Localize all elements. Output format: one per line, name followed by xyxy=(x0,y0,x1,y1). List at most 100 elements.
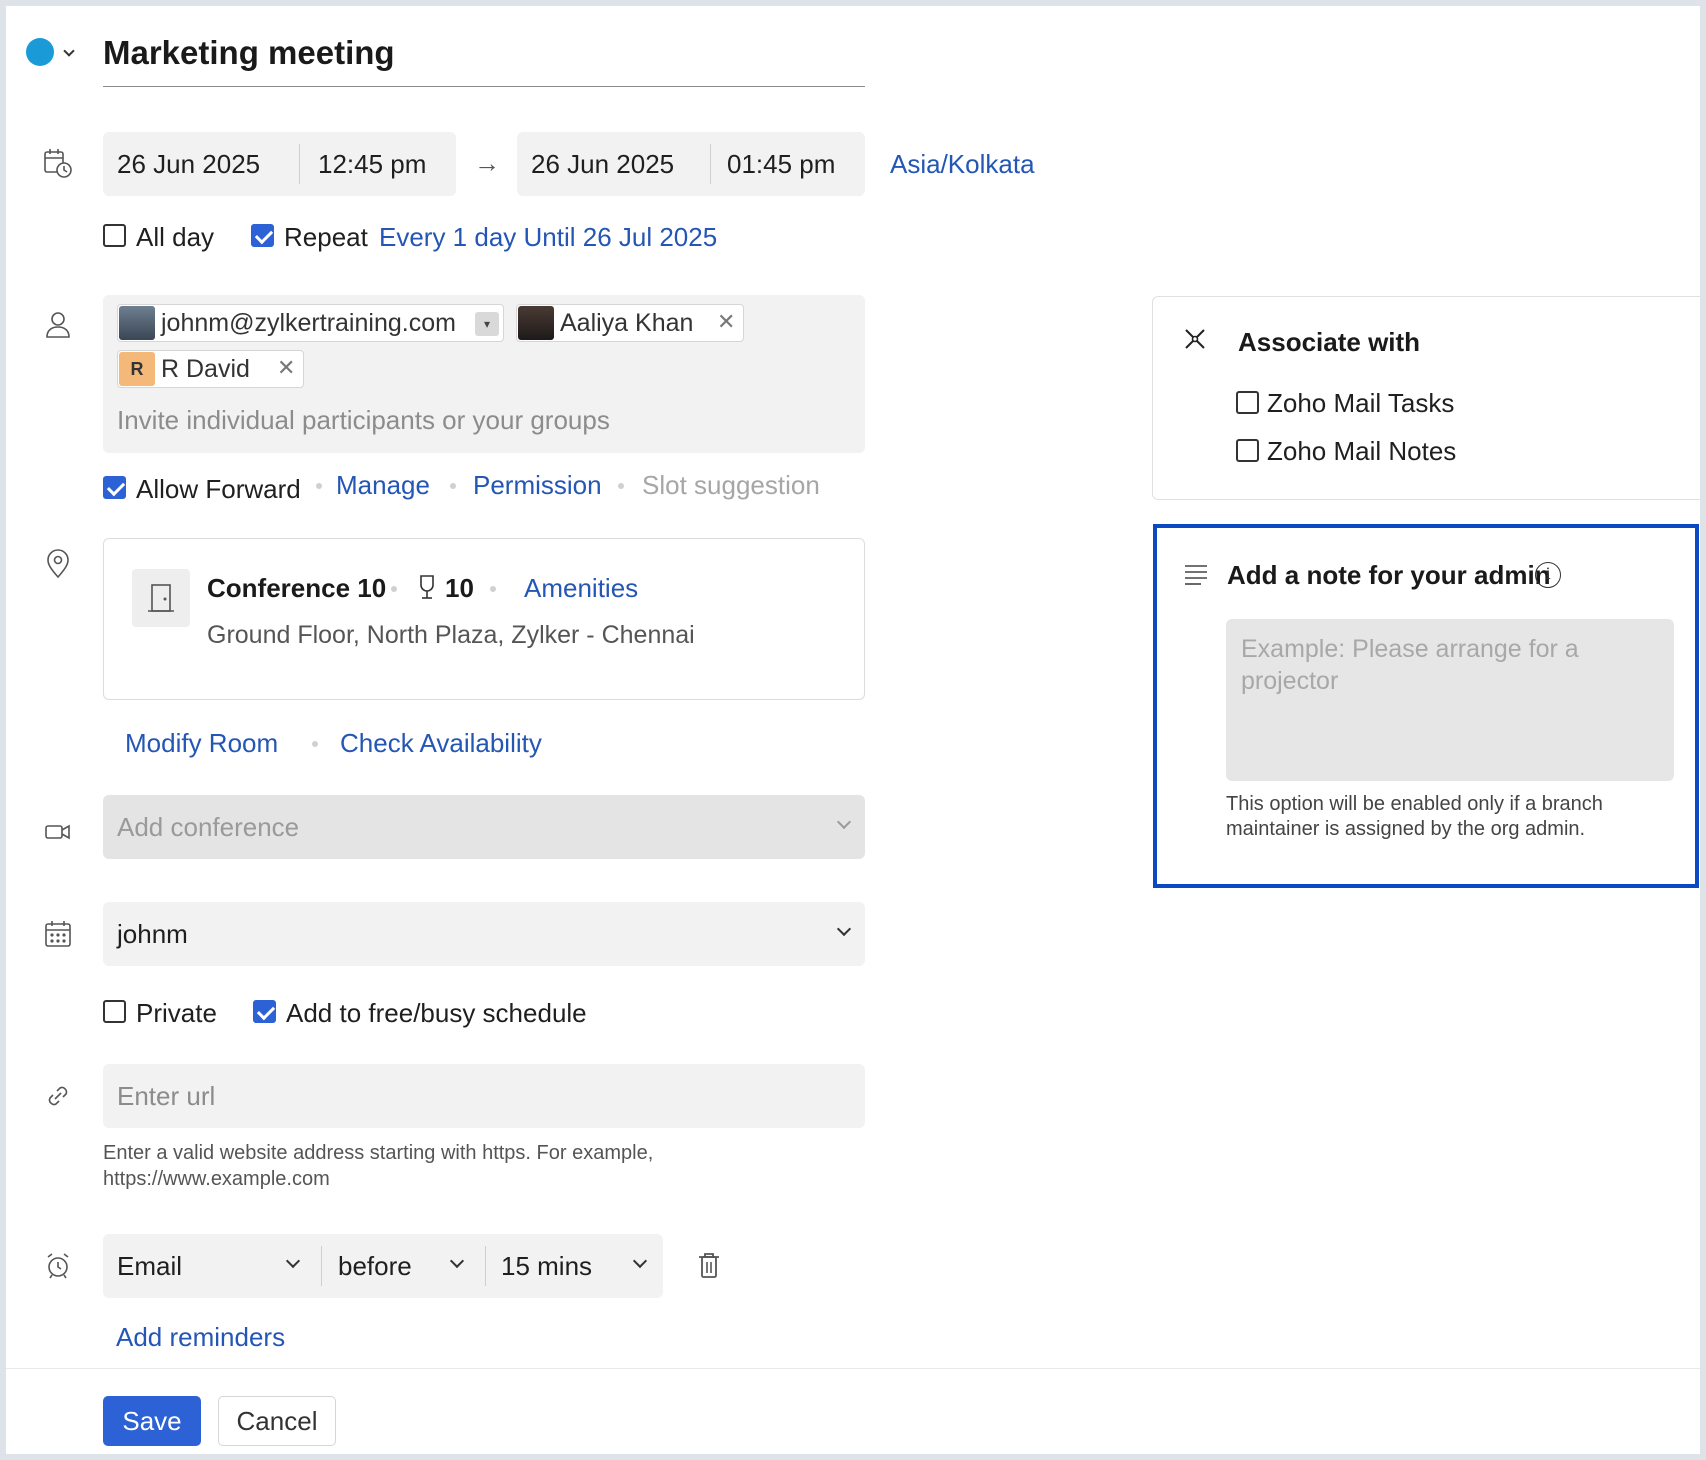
end-datetime: 26 Jun 2025 01:45 pm xyxy=(517,132,865,196)
separator-dot xyxy=(312,741,318,747)
chevron-down-icon xyxy=(836,921,852,937)
associate-panel: Associate with Zoho Mail Tasks Zoho Mail… xyxy=(1152,296,1700,500)
event-editor: Marketing meeting 26 Jun 2025 12:45 pm →… xyxy=(6,6,1700,1454)
person-icon xyxy=(40,307,76,343)
event-title-input[interactable]: Marketing meeting xyxy=(103,34,395,72)
chevron-down-icon xyxy=(285,1253,301,1269)
text-lines-icon xyxy=(1183,562,1209,588)
amenities-link[interactable]: Amenities xyxy=(524,573,638,604)
permission-link[interactable]: Permission xyxy=(473,470,602,501)
participant-name: Aaliya Khan xyxy=(560,309,694,337)
timezone-link[interactable]: Asia/Kolkata xyxy=(890,149,1035,180)
conference-placeholder: Add conference xyxy=(117,812,300,842)
url-placeholder: Enter url xyxy=(117,1081,216,1111)
slot-suggestion-link: Slot suggestion xyxy=(642,470,820,500)
zoho-mail-notes-checkbox[interactable] xyxy=(1236,439,1259,462)
room-name: Conference 10 xyxy=(207,573,387,603)
admin-note-title: Add a note for your admin xyxy=(1227,560,1551,590)
participants-field[interactable]: johnm@zylkertraining.com ▾ Aaliya Khan ✕… xyxy=(103,295,865,453)
link-icon xyxy=(40,1078,76,1114)
avatar: R xyxy=(119,352,155,386)
room-address: Ground Floor, North Plaza, Zylker - Chen… xyxy=(207,621,695,649)
participants-placeholder[interactable]: Invite individual participants or your g… xyxy=(117,405,610,436)
participant-name: johnm@zylkertraining.com xyxy=(161,309,456,337)
alarm-clock-icon xyxy=(40,1248,76,1284)
separator-dot xyxy=(618,483,624,489)
chevron-down-icon xyxy=(449,1253,465,1269)
url-hint-line1: Enter a valid website address starting w… xyxy=(103,1142,654,1164)
calendar-clock-icon xyxy=(40,146,76,182)
location-pin-icon xyxy=(40,546,76,582)
avatar xyxy=(518,306,554,340)
trash-icon[interactable] xyxy=(694,1249,724,1283)
calendar-select[interactable]: johnm xyxy=(103,902,865,966)
separator-dot xyxy=(316,483,322,489)
room-card: Conference 10 10 Amenities Ground Floor,… xyxy=(103,538,865,700)
cancel-button[interactable]: Cancel xyxy=(218,1396,336,1446)
start-datetime: 26 Jun 2025 12:45 pm xyxy=(103,132,456,196)
admin-note-help-line2: maintainer is assigned by the org admin. xyxy=(1226,818,1586,840)
repeat-label: Repeat xyxy=(284,222,368,252)
divider xyxy=(321,1246,322,1286)
modify-room-link[interactable]: Modify Room xyxy=(125,728,278,759)
chevron-down-icon[interactable] xyxy=(63,45,75,57)
allow-forward-checkbox[interactable] xyxy=(103,476,126,499)
associate-title: Associate with xyxy=(1238,327,1421,357)
zoho-mail-tasks-label: Zoho Mail Tasks xyxy=(1267,388,1455,418)
end-time-field[interactable]: 01:45 pm xyxy=(727,149,835,180)
check-availability-link[interactable]: Check Availability xyxy=(340,728,542,759)
seat-icon xyxy=(415,573,439,601)
reminder-type-select[interactable]: Email xyxy=(117,1251,182,1282)
add-reminders-link[interactable]: Add reminders xyxy=(116,1322,285,1353)
repeat-rule-link[interactable]: Every 1 day Until 26 Jul 2025 xyxy=(379,222,717,253)
separator-dot xyxy=(490,586,496,592)
end-date-field[interactable]: 26 Jun 2025 xyxy=(531,149,674,180)
all-day-label: All day xyxy=(136,222,215,252)
admin-note-textarea[interactable]: Example: Please arrange for a projector xyxy=(1226,619,1674,781)
start-date-field[interactable]: 26 Jun 2025 xyxy=(117,149,260,180)
zoho-mail-notes-label: Zoho Mail Notes xyxy=(1267,436,1457,466)
calendar-selected: johnm xyxy=(117,919,188,949)
conference-select[interactable]: Add conference xyxy=(103,795,865,859)
participant-chip[interactable]: R R David ✕ xyxy=(117,350,304,388)
repeat-checkbox[interactable] xyxy=(251,224,274,247)
connect-icon xyxy=(1181,325,1209,353)
private-checkbox[interactable] xyxy=(103,1000,126,1023)
freebusy-checkbox[interactable] xyxy=(253,1000,276,1023)
participant-chip[interactable]: Aaliya Khan ✕ xyxy=(516,304,744,342)
divider xyxy=(299,144,300,184)
chevron-down-icon xyxy=(836,814,852,830)
url-hint-line2: https://www.example.com xyxy=(103,1168,330,1190)
start-time-field[interactable]: 12:45 pm xyxy=(318,149,426,180)
participant-name: R David xyxy=(161,355,250,383)
divider xyxy=(710,144,711,184)
url-input[interactable]: Enter url xyxy=(103,1064,865,1128)
all-day-checkbox[interactable] xyxy=(103,224,126,247)
room-capacity: 10 xyxy=(445,573,474,603)
arrow-right-icon: → xyxy=(474,148,500,178)
event-color-picker[interactable] xyxy=(26,38,54,66)
freebusy-label: Add to free/busy schedule xyxy=(286,998,587,1028)
reminder-when-select[interactable]: before xyxy=(338,1251,412,1282)
remove-icon[interactable]: ✕ xyxy=(277,355,295,381)
allow-forward-label: Allow Forward xyxy=(136,474,301,504)
participant-chip[interactable]: johnm@zylkertraining.com ▾ xyxy=(117,304,504,342)
remove-icon[interactable]: ✕ xyxy=(717,309,735,335)
reminder-row: Email before 15 mins xyxy=(103,1234,663,1298)
admin-note-help-line1: This option will be enabled only if a br… xyxy=(1226,793,1603,815)
reminder-duration-select[interactable]: 15 mins xyxy=(501,1251,592,1282)
chevron-down-icon xyxy=(632,1253,648,1269)
admin-note-placeholder: Example: Please arrange for a projector xyxy=(1241,635,1579,695)
save-button[interactable]: Save xyxy=(103,1396,201,1446)
info-icon[interactable]: i xyxy=(1535,562,1561,588)
footer-divider xyxy=(6,1368,1700,1369)
divider xyxy=(485,1246,486,1286)
calendar-icon xyxy=(40,916,76,952)
title-underline xyxy=(103,86,865,87)
private-label: Private xyxy=(136,998,217,1028)
zoho-mail-tasks-checkbox[interactable] xyxy=(1236,391,1259,414)
manage-link[interactable]: Manage xyxy=(336,470,430,501)
chevron-down-icon[interactable]: ▾ xyxy=(475,312,499,336)
video-camera-icon xyxy=(40,814,76,850)
avatar xyxy=(119,306,155,340)
